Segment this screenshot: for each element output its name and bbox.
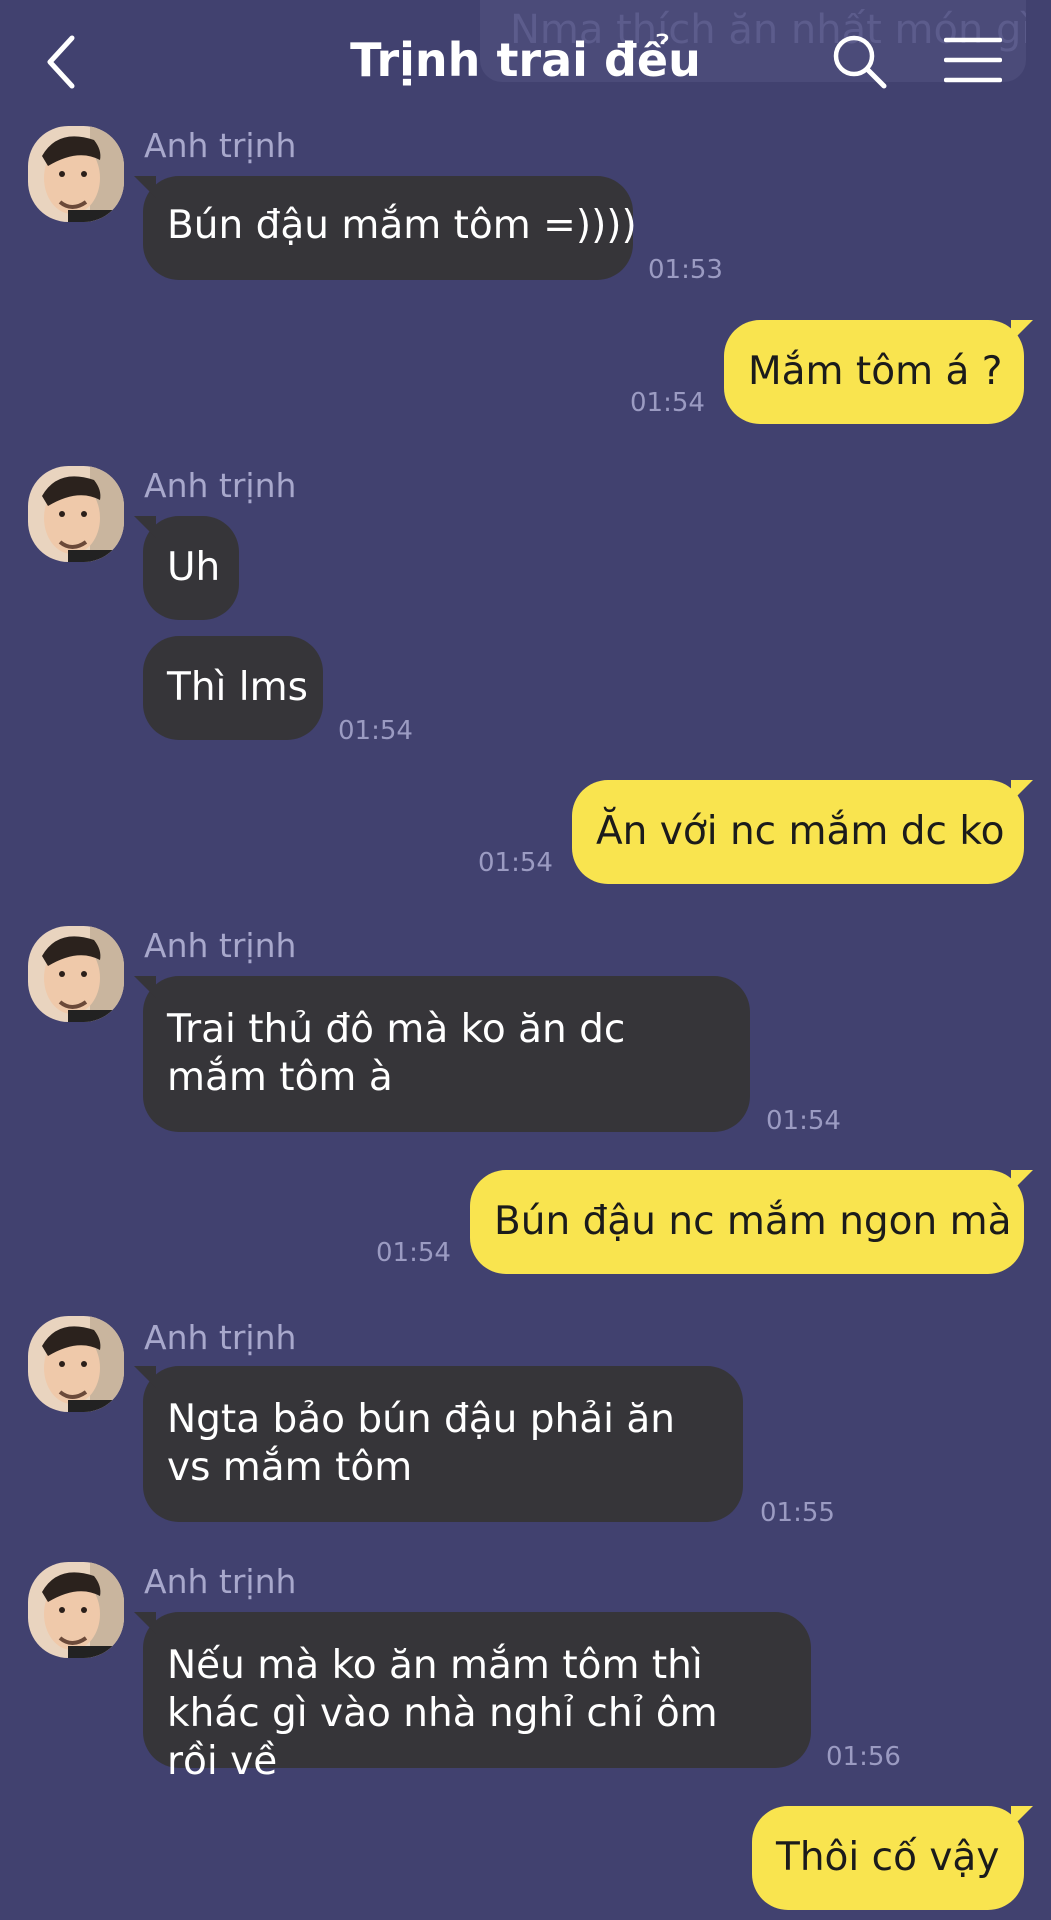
incoming-message[interactable]: Uh [134,516,239,620]
message-time: 01:54 [376,1238,451,1268]
message-time: 01:56 [826,1742,901,1772]
incoming-message[interactable]: Ngta bảo bún đậu phải ăn vs mắm tôm [134,1366,743,1522]
incoming-message[interactable]: Bún đậu mắm tôm =)))) [134,176,637,280]
message-time: 01:53 [648,255,723,285]
chat-title: Trịnh trai đểu [350,33,701,87]
incoming-message[interactable]: Thì lms [143,636,323,740]
avatar[interactable] [28,126,124,222]
sender-name: Anh trịnh [144,466,297,505]
menu-icon[interactable] [943,36,1003,84]
sender-name: Anh trịnh [144,1318,297,1357]
search-icon[interactable] [830,32,890,92]
chat-header: Nma thích ăn nhất món gì Trịnh trai đểu [0,0,1051,120]
sender-name: Anh trịnh [144,926,297,965]
message-time: 01:54 [478,848,553,878]
message-time: 01:54 [338,716,413,746]
avatar[interactable] [28,466,124,562]
outgoing-message[interactable]: Mắm tôm á ? [724,320,1033,424]
outgoing-message[interactable]: Bún đậu nc mắm ngon mà [470,1170,1033,1274]
incoming-message[interactable]: Nếu mà ko ăn mắm tôm thì khác gì vào nhà… [134,1612,811,1784]
outgoing-message[interactable]: Ăn với nc mắm dc ko [572,780,1033,884]
avatar[interactable] [28,1316,124,1412]
sender-name: Anh trịnh [144,1562,297,1601]
sender-name: Anh trịnh [144,126,297,165]
message-time: 01:54 [630,388,705,418]
avatar[interactable] [28,926,124,1022]
message-time: 01:54 [766,1106,841,1136]
avatar[interactable] [28,1562,124,1658]
message-time: 01:55 [760,1498,835,1528]
outgoing-message[interactable]: Thôi cố vậy [752,1806,1033,1910]
incoming-message[interactable]: Trai thủ đô mà ko ăn dc mắm tôm à [134,976,750,1132]
